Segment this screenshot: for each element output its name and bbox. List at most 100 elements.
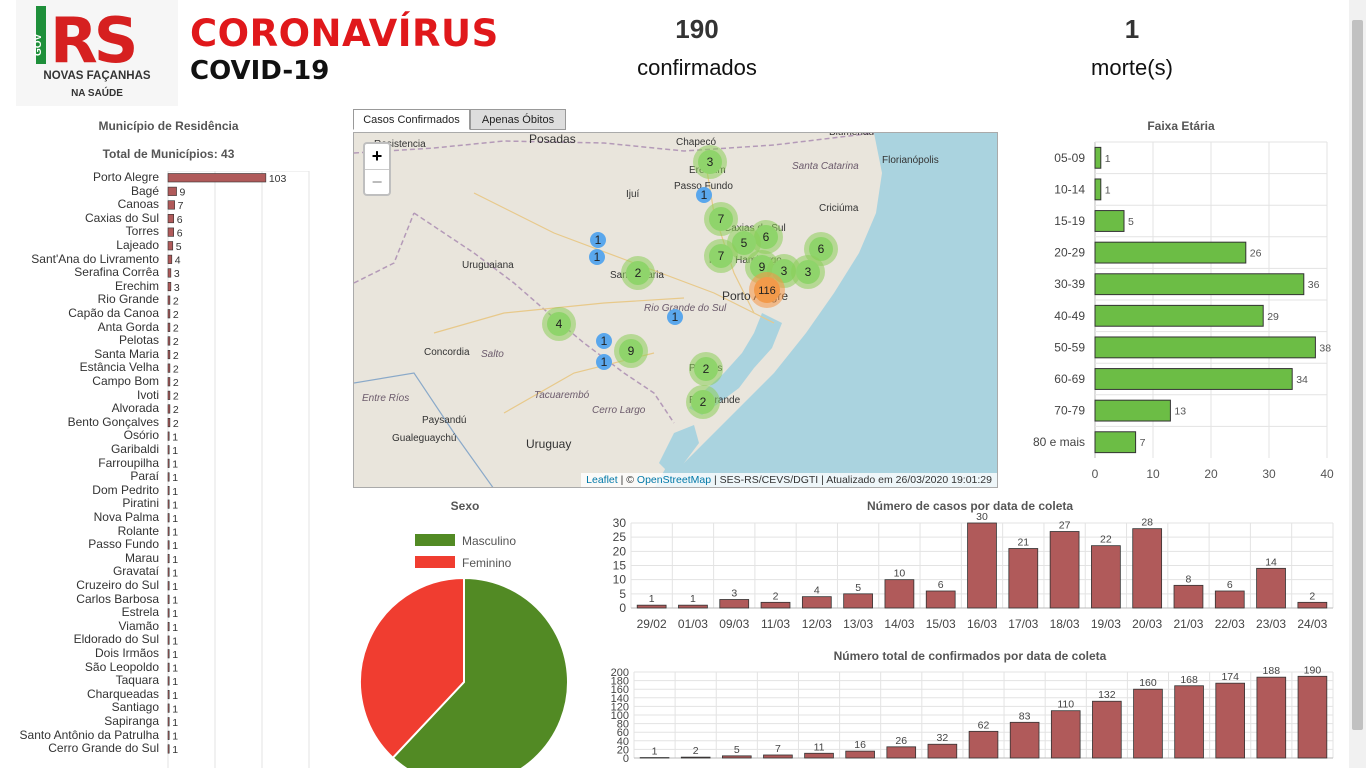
age-bar-value: 1 xyxy=(1105,184,1111,196)
map-cluster-count: 4 xyxy=(556,317,563,331)
logo-gov-text: GOV xyxy=(33,33,44,56)
cumulative-bar-value: 2 xyxy=(693,745,699,757)
municipio-label: Gravataí xyxy=(112,564,159,579)
municipio-bar xyxy=(167,635,170,645)
municipio-label: Eldorado do Sul xyxy=(73,632,159,647)
municipio-bar xyxy=(167,717,170,727)
faixa-etaria-chart: 0 10 20 30 40 05-09 1 10-14 1 15-19 5 20-29 26 30-39 3… xyxy=(1033,141,1334,481)
tab-apenas-obitos[interactable]: Apenas Óbitos xyxy=(470,109,566,130)
leaflet-link[interactable]: Leaflet xyxy=(586,474,618,486)
municipio-bar xyxy=(167,377,171,387)
cumulative-bar-value: 7 xyxy=(775,743,781,755)
municipios-title: Município de Residência xyxy=(98,119,239,133)
map-place-label: Ijuí xyxy=(626,189,640,200)
municipio-bar xyxy=(167,513,170,523)
cumulative-bar-value: 62 xyxy=(978,719,990,731)
cumulative-bar-value: 16 xyxy=(854,739,866,751)
map-cluster-count: 6 xyxy=(763,230,770,244)
cumulative-bar xyxy=(1133,688,1163,759)
municipio-bar xyxy=(167,418,171,428)
municipio-label: Porto Alegre xyxy=(92,170,159,184)
daily-bar-value: 6 xyxy=(1227,579,1233,591)
cumulative-bar xyxy=(763,754,793,759)
municipio-bar xyxy=(167,703,170,713)
daily-bar-value: 4 xyxy=(814,585,820,597)
zoom-out-button[interactable]: − xyxy=(365,170,389,195)
municipio-label: Anta Gorda xyxy=(97,319,159,334)
municipio-label: Rolante xyxy=(117,523,159,538)
cumulative-bar xyxy=(886,746,917,759)
map-canvas[interactable]: Posadas ChapecóResistenciaFlorianópolisSa… xyxy=(354,133,998,488)
municipio-label: Osório xyxy=(123,428,159,443)
municipio-label: Dom Pedrito xyxy=(92,482,159,497)
municipio-label: Estrela xyxy=(121,605,159,620)
municipio-bar xyxy=(167,390,171,400)
scrollbar-thumb[interactable] xyxy=(1352,20,1363,730)
cumulative-bar-value: 32 xyxy=(937,732,949,744)
daily-bar-value: 14 xyxy=(1265,556,1277,568)
municipio-label: Cerro Grande do Sul xyxy=(48,741,159,756)
municipio-value: 1 xyxy=(172,622,178,634)
zoom-in-button[interactable]: + xyxy=(365,144,389,170)
municipio-bar xyxy=(167,309,171,319)
municipio-label: Piratini xyxy=(122,496,159,511)
municipio-bar xyxy=(167,676,170,686)
cumulative-bar xyxy=(680,756,711,759)
municipio-value: 1 xyxy=(172,540,178,552)
municipio-value: 2 xyxy=(173,404,179,416)
municipio-value: 1 xyxy=(172,581,178,593)
map-place-label: Concordia xyxy=(424,347,470,358)
age-bar xyxy=(1094,178,1102,201)
daily-category-label: 13/03 xyxy=(843,617,873,631)
zoom-control: + − xyxy=(363,142,391,196)
daily-category-label: 21/03 xyxy=(1173,617,1203,631)
municipio-bar xyxy=(167,485,170,496)
municipio-bar xyxy=(167,322,171,332)
tab-casos-confirmados[interactable]: Casos Confirmados xyxy=(353,109,470,130)
cumulative-bar-value: 188 xyxy=(1263,665,1281,677)
map-cluster-count: 7 xyxy=(718,249,725,263)
municipio-bar xyxy=(167,295,171,305)
daily-bar xyxy=(1132,528,1163,609)
municipio-label: Paraí xyxy=(130,469,159,484)
municipio-label: Erechim xyxy=(114,278,159,293)
age-category-label: 15-19 xyxy=(1054,214,1085,228)
age-bar xyxy=(1094,399,1171,422)
municipio-label: Viamão xyxy=(118,618,159,633)
daily-category-label: 14/03 xyxy=(884,617,914,631)
cumulative-bar xyxy=(1009,721,1040,759)
map-cluster-count: 1 xyxy=(672,310,679,324)
municipio-value: 9 xyxy=(180,187,186,199)
daily-category-label: 15/03 xyxy=(926,617,956,631)
map-cluster-count: 3 xyxy=(707,155,714,169)
municipio-value: 1 xyxy=(172,472,178,484)
municipio-value: 1 xyxy=(172,690,178,702)
municipio-value: 1 xyxy=(172,567,178,579)
daily-bar-value: 8 xyxy=(1186,573,1192,585)
attrib-source: | SES-RS/CEVS/DGTI | Atualizado em 26/03… xyxy=(711,474,992,486)
daily-y-tick: 20 xyxy=(613,544,627,558)
map-place-label: Blumenau xyxy=(829,133,874,138)
municipio-bar xyxy=(167,186,177,196)
daily-bar xyxy=(843,593,873,609)
age-bar-value: 38 xyxy=(1319,342,1331,354)
municipio-label: Canoas xyxy=(117,197,159,212)
municipio-bar xyxy=(167,404,171,414)
cumulative-bar-value: 160 xyxy=(1139,677,1157,689)
page-subtitle: COVID-19 xyxy=(190,56,330,86)
cumulative-bar-value: 5 xyxy=(734,744,740,756)
municipio-label: Santiago xyxy=(111,700,159,715)
cases-map[interactable]: Posadas Chapecó Resistencia Florianópolis Sa… xyxy=(353,132,998,488)
osm-link[interactable]: OpenStreetMap xyxy=(637,474,711,486)
municipio-bar xyxy=(167,254,173,264)
municipio-value: 1 xyxy=(172,499,178,511)
map-tabs: Casos Confirmados Apenas Óbitos xyxy=(353,109,568,131)
municipio-bar xyxy=(167,241,174,251)
daily-bar-value: 3 xyxy=(731,588,737,600)
municipio-label: Charqueadas xyxy=(86,686,159,701)
municipio-value: 2 xyxy=(173,309,179,321)
confirmed-label: confirmados xyxy=(637,55,757,80)
daily-bar-value: 5 xyxy=(855,582,861,594)
cumulative-bar-value: 26 xyxy=(895,735,907,747)
daily-category-label: 18/03 xyxy=(1050,617,1080,631)
